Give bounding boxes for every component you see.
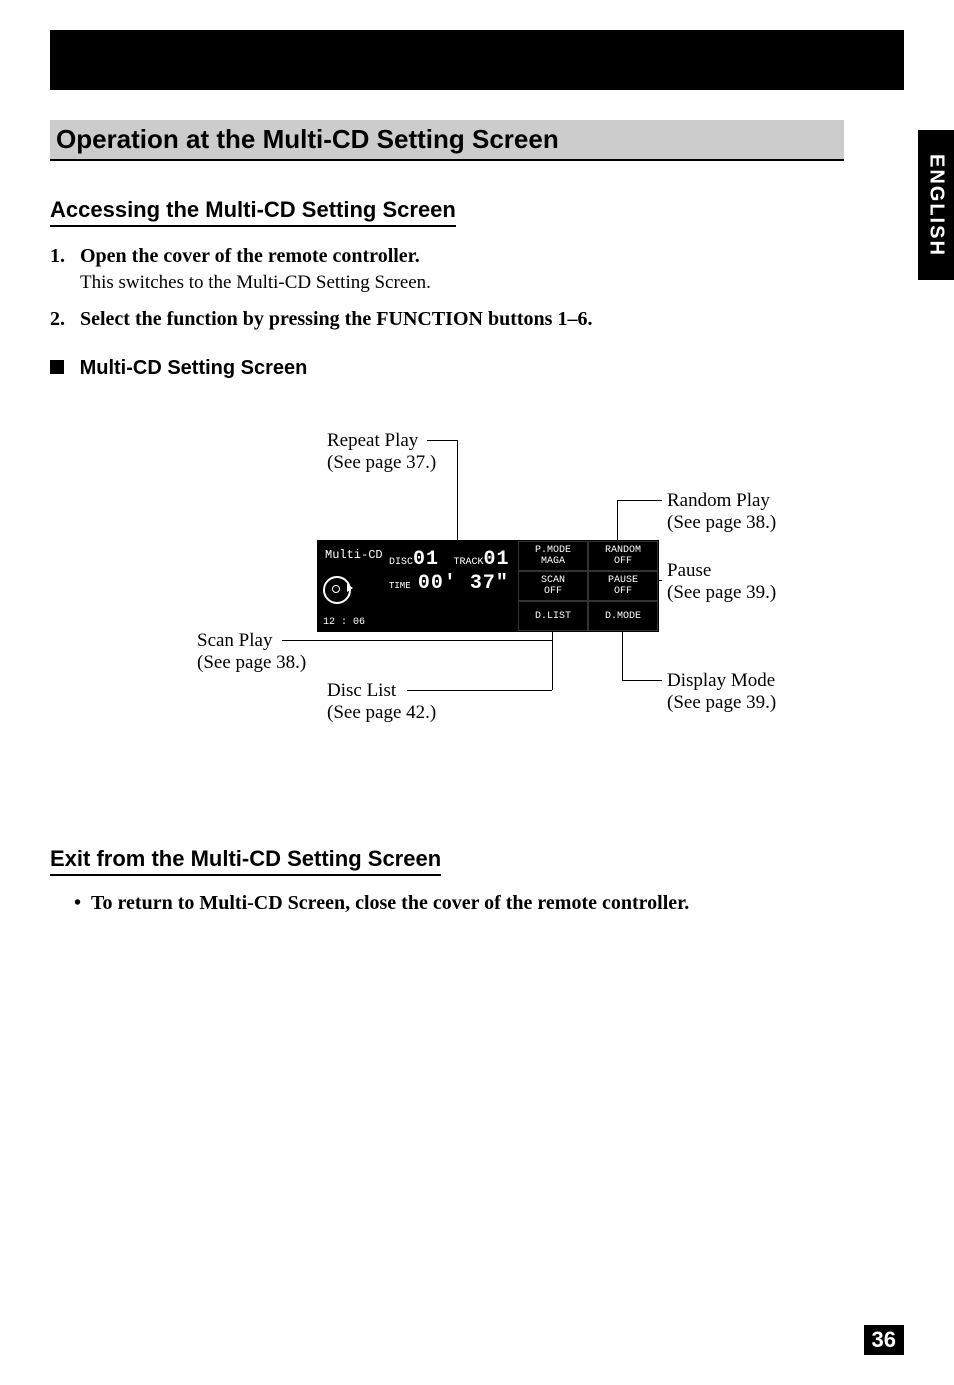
callout-display-mode: Display Mode (See page 39.) <box>667 670 776 714</box>
cell-scan: SCAN OFF <box>518 571 588 601</box>
cell-line1: D.LIST <box>519 611 587 622</box>
square-bullet-icon <box>50 360 64 374</box>
cell-line1: D.MODE <box>589 611 657 622</box>
callout-label: Disc List <box>327 680 436 702</box>
callout-repeat: Repeat Play (See page 37.) <box>327 430 436 474</box>
page-number: 36 <box>864 1325 904 1355</box>
cell-dlist: D.LIST <box>518 601 588 631</box>
cell-line2: OFF <box>519 586 587 597</box>
callout-random: Random Play (See page 38.) <box>667 490 776 534</box>
lcd-time-label: TIME <box>389 581 411 591</box>
exit-bullet: To return to Multi-CD Screen, close the … <box>74 892 904 915</box>
callout-ref: (See page 39.) <box>667 692 776 714</box>
callout-pause: Pause (See page 39.) <box>667 560 776 604</box>
callout-label: Repeat Play <box>327 430 436 452</box>
callout-ref: (See page 39.) <box>667 582 776 604</box>
step-bold: Open the cover of the remote controller. <box>80 245 420 267</box>
cell-line2: OFF <box>589 556 657 567</box>
cell-line1: SCAN <box>519 575 587 586</box>
lcd-clock: 12 : 06 <box>323 617 365 628</box>
main-title-wrap: Operation at the Multi-CD Setting Screen <box>50 120 844 161</box>
cell-pause: PAUSE OFF <box>588 571 658 601</box>
lcd-time-val: 00' 37" <box>418 572 509 595</box>
section-exit-title: Exit from the Multi-CD Setting Screen <box>50 846 441 876</box>
callout-ref: (See page 37.) <box>327 452 436 474</box>
lcd-main-area: Multi-CD DISC01 TRACK01 TIME 00' 37" 12 … <box>318 541 518 631</box>
step-num: 1. <box>50 245 76 268</box>
cell-pmode: P.MODE MAGA <box>518 541 588 571</box>
callout-label: Random Play <box>667 490 776 512</box>
callout-ref: (See page 42.) <box>327 702 436 724</box>
callout-ref: (See page 38.) <box>197 652 306 674</box>
callout-disc-list: Disc List (See page 42.) <box>327 680 436 724</box>
lcd-track-num: 01 <box>483 548 509 571</box>
callout-scan: Scan Play (See page 38.) <box>197 630 306 674</box>
diagram-heading-text: Multi-CD Setting Screen <box>80 357 308 379</box>
play-arrow-icon <box>347 584 353 592</box>
callout-label: Display Mode <box>667 670 776 692</box>
step-1: 1. Open the cover of the remote controll… <box>50 245 904 294</box>
step-body: This switches to the Multi-CD Setting Sc… <box>80 272 904 294</box>
lcd-disc-label: DISC <box>389 557 413 568</box>
setting-screen-diagram: Repeat Play (See page 37.) Random Play (… <box>127 430 827 750</box>
bullet-list: To return to Multi-CD Screen, close the … <box>50 892 904 915</box>
diagram-heading: Multi-CD Setting Screen <box>50 357 904 380</box>
step-list: 1. Open the cover of the remote controll… <box>50 245 904 331</box>
main-title-bg <box>565 120 844 159</box>
step-num: 2. <box>50 308 76 331</box>
cell-random: RANDOM OFF <box>588 541 658 571</box>
step-bold: Select the function by pressing the FUNC… <box>80 308 592 330</box>
step-2: 2. Select the function by pressing the F… <box>50 308 904 331</box>
callout-label: Scan Play <box>197 630 306 652</box>
lcd-function-grid: P.MODE MAGA RANDOM OFF SCAN OFF PAUSE OF… <box>518 541 658 631</box>
section-access-title: Accessing the Multi-CD Setting Screen <box>50 197 456 227</box>
cell-line1: RANDOM <box>589 545 657 556</box>
header-black-band <box>50 30 904 90</box>
cell-dmode: D.MODE <box>588 601 658 631</box>
lcd-screen: Multi-CD DISC01 TRACK01 TIME 00' 37" 12 … <box>317 540 659 632</box>
cell-line2: MAGA <box>519 556 587 567</box>
cell-line1: PAUSE <box>589 575 657 586</box>
callout-ref: (See page 38.) <box>667 512 776 534</box>
main-title: Operation at the Multi-CD Setting Screen <box>50 120 565 159</box>
cell-line1: P.MODE <box>519 545 587 556</box>
callout-label: Pause <box>667 560 776 582</box>
language-tab: ENGLISH <box>918 130 954 280</box>
lcd-track-label: TRACK <box>453 557 483 568</box>
lcd-disc-num: 01 <box>413 548 439 571</box>
cell-line2: OFF <box>589 586 657 597</box>
